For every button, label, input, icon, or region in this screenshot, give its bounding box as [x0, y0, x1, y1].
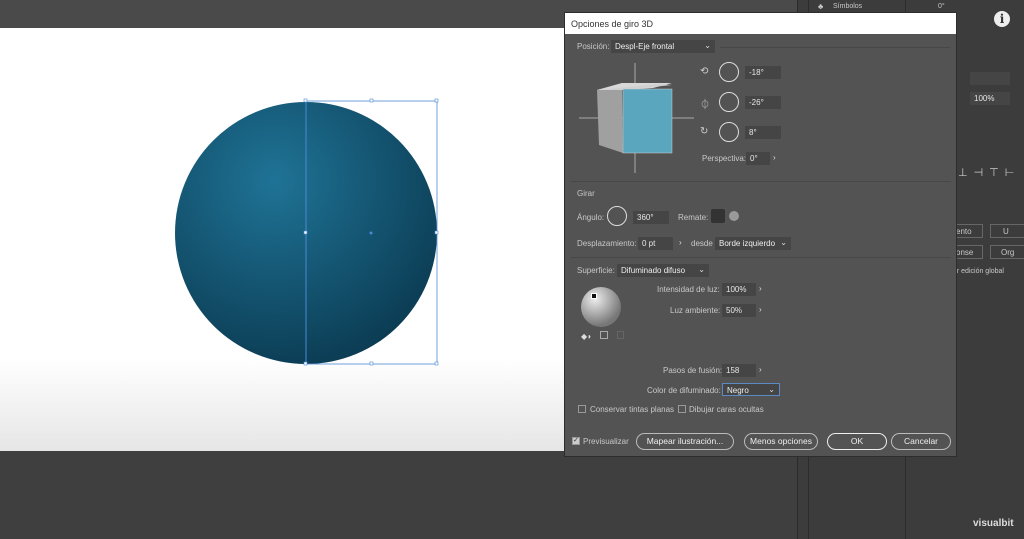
surface-label: Superficie:	[577, 266, 615, 275]
dialog-title: Opciones de giro 3D	[565, 13, 956, 34]
offset-field[interactable]: 0 pt	[638, 237, 673, 250]
ambient-label: Luz ambiente:	[670, 306, 721, 315]
preview-checkbox[interactable]: ✓	[572, 437, 580, 445]
fewer-options-button[interactable]: Menos opciones	[744, 433, 818, 450]
3d-revolve-dialog: Opciones de giro 3D Posición: Despl-Eje …	[564, 12, 957, 457]
position-label: Posición:	[577, 42, 610, 51]
z-rotation-dial[interactable]	[719, 122, 739, 142]
draw-hidden-label: Dibujar caras ocultas	[689, 405, 764, 414]
surface-value: Difuminado difuso	[621, 266, 686, 275]
angle-field[interactable]: 360°	[633, 211, 669, 224]
blend-steps-arrow[interactable]: ›	[759, 365, 762, 374]
watermark-logo: visualbit	[973, 518, 1014, 529]
chevron-down-icon: ⌄	[704, 41, 711, 50]
blend-steps-field[interactable]: 158	[722, 364, 756, 377]
offset-arrow[interactable]: ›	[679, 238, 682, 247]
delete-light-icon[interactable]	[617, 331, 624, 339]
artboard[interactable]	[0, 28, 564, 451]
align-icons[interactable]: ⊥⊣⊤⊢	[958, 166, 1020, 179]
y-axis-icon: ⏀	[700, 100, 710, 111]
ambient-arrow[interactable]: ›	[759, 305, 762, 314]
x-axis-icon: ⟲	[700, 66, 709, 77]
angle-field[interactable]: 0°	[938, 3, 945, 10]
panel-button-4[interactable]: Org	[990, 245, 1024, 259]
cap-off-icon[interactable]	[729, 211, 739, 221]
from-label: desde	[691, 239, 713, 248]
shade-color-dropdown[interactable]: Negro ⌄	[722, 383, 780, 396]
revolve-section-label: Girar	[577, 189, 595, 198]
surface-dropdown[interactable]: Difuminado difuso ⌄	[617, 264, 709, 277]
canvas-background	[0, 451, 800, 539]
canvas-art	[175, 98, 439, 366]
z-rotation-field[interactable]: 8°	[745, 126, 781, 139]
ok-button[interactable]: OK	[827, 433, 887, 450]
chevron-down-icon: ⌄	[780, 238, 787, 247]
shade-color-value: Negro	[727, 386, 749, 395]
light-source-handle[interactable]	[591, 293, 597, 299]
from-dropdown[interactable]: Borde izquierdo ⌄	[715, 237, 791, 250]
blend-steps-label: Pasos de fusión:	[663, 366, 723, 375]
offset-label: Desplazamiento:	[577, 239, 637, 248]
new-light-icon[interactable]	[600, 331, 608, 339]
angle-label: Ángulo:	[577, 213, 605, 222]
rotation-cube[interactable]	[579, 63, 694, 173]
z-axis-icon: ↻	[700, 126, 709, 137]
map-art-button[interactable]: Mapear ilustración...	[636, 433, 734, 450]
perspective-field[interactable]: 0°	[746, 152, 770, 165]
preserve-spot-checkbox[interactable]	[578, 405, 586, 413]
symbols-tab[interactable]: Símbolos	[833, 3, 862, 10]
info-icon[interactable]: i	[994, 11, 1010, 27]
zoom-field[interactable]: 100%	[970, 92, 1010, 105]
perspective-arrow[interactable]: ›	[773, 153, 776, 162]
panel-button-2[interactable]: U	[990, 224, 1024, 238]
global-edit-label[interactable]: ur edición global	[953, 268, 1004, 275]
panel-button-1[interactable]: ento	[953, 224, 983, 238]
light-sphere[interactable]	[581, 287, 621, 327]
preview-label: Previsualizar	[583, 437, 629, 446]
x-rotation-dial[interactable]	[719, 62, 739, 82]
light-intensity-arrow[interactable]: ›	[759, 284, 762, 293]
angle-dial[interactable]	[607, 206, 627, 226]
chevron-down-icon: ⌄	[698, 265, 705, 274]
from-value: Borde izquierdo	[719, 239, 776, 248]
shade-color-label: Color de difuminado:	[647, 386, 721, 395]
y-rotation-dial[interactable]	[719, 92, 739, 112]
perspective-label: Perspectiva:	[702, 154, 747, 163]
cap-on-icon[interactable]	[711, 209, 725, 223]
ambient-field[interactable]: 50%	[722, 304, 756, 317]
chevron-down-icon: ⌄	[768, 385, 775, 394]
draw-hidden-checkbox[interactable]	[678, 405, 686, 413]
move-light-icon[interactable]: ◆◗	[581, 332, 592, 341]
preserve-spot-label: Conservar tintas planas	[590, 405, 675, 414]
y-rotation-field[interactable]: -26°	[745, 96, 781, 109]
symbols-icon: ♣	[818, 2, 824, 11]
light-intensity-label: Intensidad de luz:	[657, 285, 720, 294]
panel-button-3[interactable]: onse	[953, 245, 983, 259]
cap-label: Remate:	[678, 213, 709, 222]
light-intensity-field[interactable]: 100%	[722, 283, 756, 296]
stepper-field[interactable]	[970, 72, 1010, 85]
position-value: Despl-Eje frontal	[615, 42, 675, 51]
x-rotation-field[interactable]: -18°	[745, 66, 781, 79]
cancel-button[interactable]: Cancelar	[891, 433, 951, 450]
position-dropdown[interactable]: Despl-Eje frontal ⌄	[611, 40, 715, 53]
